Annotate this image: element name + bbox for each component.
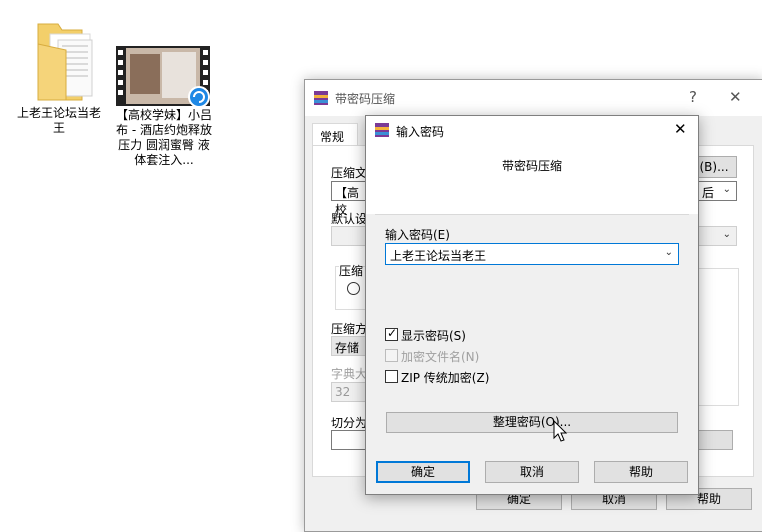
encrypt-filenames-label: 加密文件名(N) [401,350,480,364]
desktop-folder-item[interactable]: 上老王论坛当老王 [14,10,104,140]
dict-label: 字典大 [331,367,368,381]
tab-general[interactable]: 常规 [312,123,358,146]
winrar-icon [314,91,328,105]
password-dialog: 输入密码 ✕ 带密码压缩 输入密码(E) 上老王论坛当老王 ⌄ ✓ 显示密码(S… [365,115,699,495]
check-icon: ✓ [387,326,398,340]
compress-window-title: 带密码压缩 [335,92,396,106]
chevron-down-icon: ⌄ [664,247,673,258]
password-label: 输入密码(E) [385,228,450,242]
zip-legacy-checkbox[interactable] [385,370,398,383]
compress-window-titlebar: 带密码压缩 ? ✕ [305,80,762,116]
password-panel: 输入密码(E) 上老王论坛当老王 ⌄ ✓ 显示密码(S) 加密文件名(N) ZI… [375,214,689,461]
update-mode-select[interactable]: 后 ⌄ [697,181,737,201]
ok-button[interactable]: 确定 [376,461,470,483]
help-button-label: 帮助 [628,465,653,479]
split-label: 切分为 [331,416,368,430]
winrar-icon [375,123,389,137]
set-password-button[interactable] [697,430,733,450]
folder-icon [37,23,93,101]
zip-legacy-label: ZIP 传统加密(Z) [401,371,490,385]
options-select[interactable]: ⌄ [697,226,737,246]
password-input[interactable]: 上老王论坛当老王 ⌄ [385,243,679,265]
format-group-label: 压缩 [339,262,364,279]
video-label: 【高校学妹】小吕布 - 酒店约炮释放压力 圆润蜜臀 液体套注入... [115,108,212,167]
dialog-header-text: 带密码压缩 [501,159,562,173]
show-password-checkbox[interactable]: ✓ [385,326,398,341]
cancel-button[interactable]: 取消 [485,461,579,483]
chevron-down-icon: ⌄ [722,229,731,240]
cancel-button-label: 取消 [519,465,544,479]
dict-value: 32 [335,385,351,399]
password-dialog-titlebar: 输入密码 ✕ [366,116,698,144]
update-mode-value: 后 [702,186,715,200]
encrypt-filenames-checkbox[interactable] [385,349,398,362]
default-profile-label: 默认设 [331,212,368,226]
ok-button-label: 确定 [410,465,435,479]
organize-passwords-button[interactable]: 整理密码(O)... [386,412,678,433]
back-help-label: 帮助 [696,492,721,506]
format-radio[interactable] [347,282,360,295]
help-button[interactable]: 帮助 [594,461,688,483]
folder-label: 上老王论坛当老王 [16,106,101,135]
chevron-down-icon: ⌄ [722,184,731,195]
close-window-button[interactable]: ✕ [729,88,742,106]
method-label: 压缩方 [331,322,368,336]
video-thumbnail-icon [116,46,210,108]
archive-options-box [697,268,739,406]
password-value: 上老王论坛当老王 [390,249,487,263]
help-title-button[interactable]: ? [689,88,697,106]
password-dialog-title: 输入密码 [396,125,445,139]
dialog-header: 带密码压缩 [366,144,698,214]
archive-name-label: 压缩文 [331,166,368,180]
cursor-icon [553,420,568,442]
tab-general-label: 常规 [320,130,345,144]
browse-button-label: (B)... [699,160,729,174]
desktop-video-item[interactable]: 【高校学妹】小吕布 - 酒店约炮释放压力 圆润蜜臀 液体套注入... [110,40,216,180]
show-password-label: 显示密码(S) [401,329,466,343]
close-dialog-button[interactable]: ✕ [674,120,687,138]
method-value: 存储 [335,341,360,355]
